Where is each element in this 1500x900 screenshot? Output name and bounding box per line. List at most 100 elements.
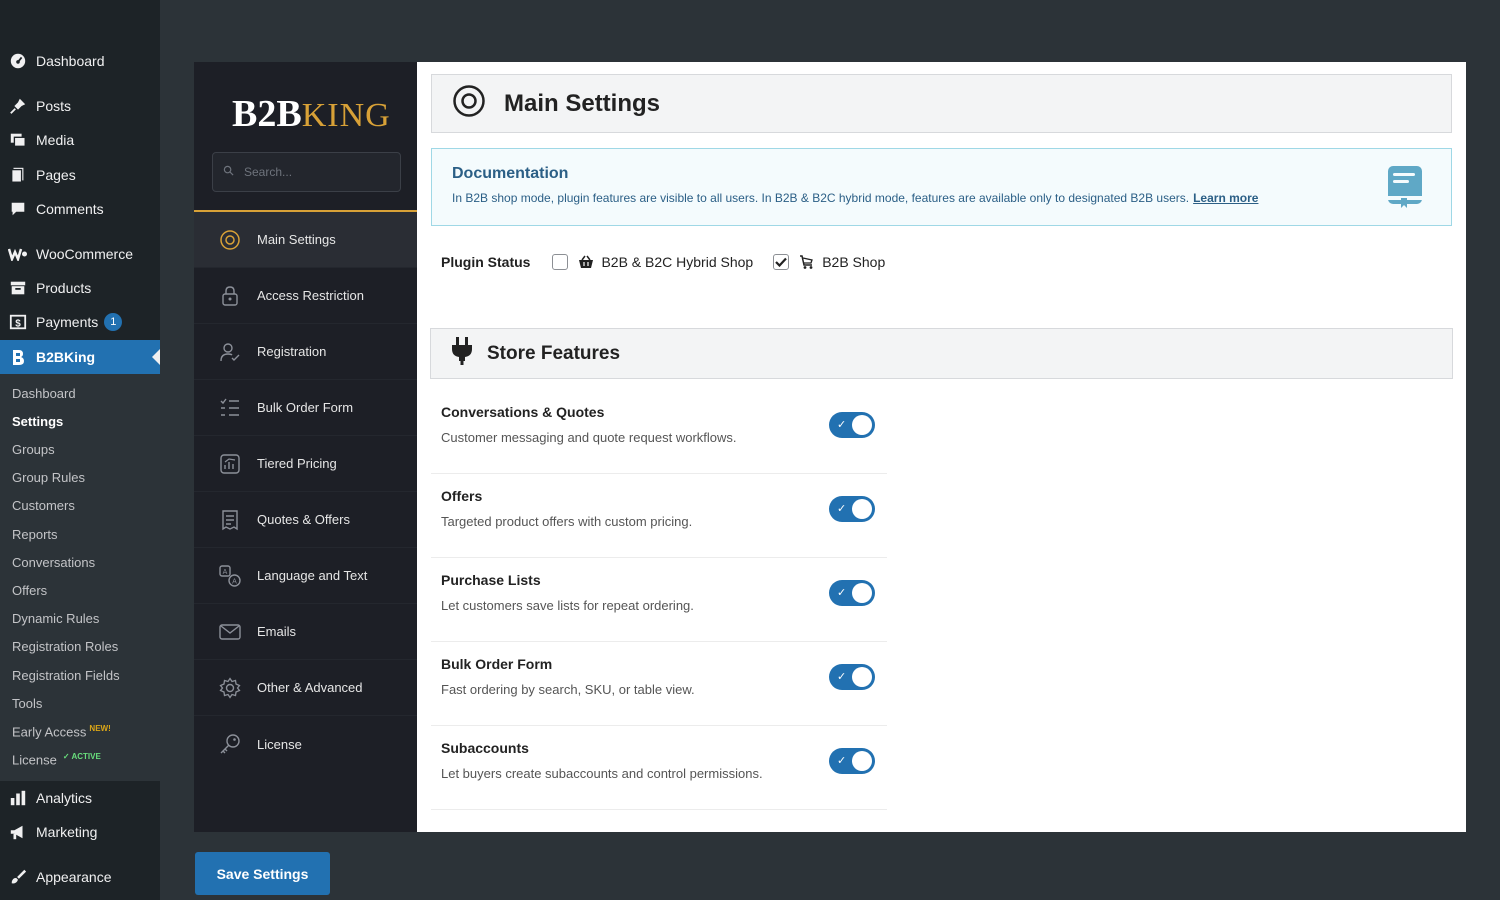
settings-search-box[interactable]: [212, 152, 401, 192]
wp-menu-woocommerce[interactable]: WooCommerce: [0, 237, 160, 271]
wp-menu-dashboard[interactable]: Dashboard: [0, 44, 160, 78]
nav-item-access-restriction[interactable]: Access Restriction: [194, 268, 417, 324]
archive-icon: [8, 278, 28, 298]
submenu-license-label: License: [12, 752, 57, 768]
hybrid-shop-checkbox[interactable]: [552, 254, 569, 270]
nav-item-registration-label: Registration: [257, 344, 327, 359]
submenu-group-rules[interactable]: Group Rules: [12, 470, 85, 485]
wp-menu-marketing[interactable]: Marketing: [0, 815, 160, 849]
media-icon: [8, 130, 28, 150]
nav-item-main-settings[interactable]: Main Settings: [194, 212, 417, 268]
feature-purchase-lists: Purchase Lists Let customers save lists …: [431, 558, 887, 642]
b2bking-submenu: Dashboard Settings Groups Group Rules Cu…: [0, 374, 160, 781]
user-check-icon: [218, 340, 242, 364]
nav-item-license[interactable]: License: [194, 716, 417, 772]
purchase-lists-toggle[interactable]: ✓: [829, 580, 875, 606]
feature-subaccounts: Subaccounts Let buyers create subaccount…: [431, 726, 887, 810]
checklist-icon: [218, 396, 242, 420]
wp-menu-payments-label: Payments: [36, 314, 99, 330]
wp-menu-payments[interactable]: $ Payments 1: [0, 305, 160, 339]
wp-menu-pages[interactable]: Pages: [0, 158, 160, 192]
wp-menu-posts[interactable]: Posts: [0, 89, 160, 123]
nav-item-bulk-order-form[interactable]: Bulk Order Form: [194, 380, 417, 436]
submenu-license[interactable]: License ✓ ACTIVE: [12, 752, 101, 767]
save-settings-button[interactable]: Save Settings: [195, 852, 330, 895]
wp-menu-dashboard-label: Dashboard: [36, 53, 105, 69]
toggle-knob: [852, 667, 872, 687]
nav-item-bulk-order-form-label: Bulk Order Form: [257, 400, 354, 415]
feature-title: Subaccounts: [441, 740, 529, 756]
wp-menu-comments[interactable]: Comments: [0, 192, 160, 226]
wp-menu-media-label: Media: [36, 132, 75, 148]
key-icon: [218, 732, 242, 756]
page-title: Main Settings: [504, 89, 661, 117]
nav-item-quotes-offers[interactable]: Quotes & Offers: [194, 492, 417, 548]
active-tag: ✓ ACTIVE: [62, 752, 101, 761]
submenu-reports[interactable]: Reports: [12, 527, 58, 542]
wp-menu-b2bking[interactable]: B2BKing: [0, 340, 160, 374]
wp-menu-appearance[interactable]: Appearance: [0, 860, 160, 894]
documentation-title: Documentation: [452, 165, 569, 182]
wp-menu-marketing-label: Marketing: [36, 824, 98, 840]
conversations-quotes-toggle[interactable]: ✓: [829, 412, 875, 438]
submenu-offers[interactable]: Offers: [12, 583, 47, 598]
settings-search-input[interactable]: [244, 165, 384, 179]
payments-count-badge: 1: [104, 313, 123, 331]
submenu-tools[interactable]: Tools: [12, 696, 42, 711]
nav-item-access-restriction-label: Access Restriction: [257, 288, 364, 303]
feature-title: Bulk Order Form: [441, 656, 553, 672]
submenu-dynamic-rules[interactable]: Dynamic Rules: [12, 611, 99, 626]
feature-offers: Offers Targeted product offers with cust…: [431, 474, 887, 558]
nav-item-license-label: License: [257, 736, 302, 752]
translate-icon: AA: [218, 564, 242, 588]
submenu-settings[interactable]: Settings: [12, 414, 63, 429]
checkmark-icon: [775, 257, 788, 267]
payments-icon: $: [8, 312, 28, 332]
svg-text:$: $: [15, 319, 21, 330]
b2b-shop-checkbox[interactable]: [773, 254, 790, 270]
toggle-knob: [852, 499, 872, 519]
receipt-icon: [218, 508, 242, 532]
wp-menu-products[interactable]: Products: [0, 271, 160, 305]
submenu-early-access[interactable]: Early Access NEW!: [12, 724, 111, 739]
page-header: Main Settings: [431, 74, 1452, 133]
offers-toggle[interactable]: ✓: [829, 496, 875, 522]
nav-item-tiered-pricing[interactable]: Tiered Pricing: [194, 436, 417, 492]
wp-menu-media[interactable]: Media: [0, 123, 160, 157]
bulk-order-form-toggle[interactable]: ✓: [829, 664, 875, 690]
gear-icon: [218, 676, 242, 700]
nav-item-emails-label: Emails: [257, 624, 297, 639]
lock-icon: [218, 284, 242, 308]
store-features-title: Store Features: [487, 342, 621, 364]
store-features-header: Store Features: [430, 328, 1453, 379]
submenu-dashboard[interactable]: Dashboard: [12, 386, 76, 401]
nav-item-other-advanced-label: Other & Advanced: [257, 680, 363, 695]
submenu-customers[interactable]: Customers: [12, 498, 75, 513]
nav-item-tiered-pricing-label: Tiered Pricing: [257, 456, 337, 471]
submenu-early-access-label: Early Access: [12, 724, 87, 740]
submenu-groups[interactable]: Groups: [12, 442, 55, 457]
svg-text:A: A: [223, 569, 228, 576]
paintbrush-icon: [8, 867, 28, 887]
submenu-registration-roles[interactable]: Registration Roles: [12, 639, 118, 654]
nav-item-other-advanced[interactable]: Other & Advanced: [194, 660, 417, 716]
nav-item-language-text[interactable]: AA Language and Text: [194, 548, 417, 604]
wp-menu-b2bking-label: B2BKing: [36, 349, 96, 365]
nav-item-emails[interactable]: Emails: [194, 604, 417, 660]
documentation-body: In B2B shop mode, plugin features are vi…: [452, 191, 1190, 205]
check-icon: ✓: [837, 419, 847, 431]
subaccounts-toggle[interactable]: ✓: [829, 748, 875, 774]
submenu-registration-fields[interactable]: Registration Fields: [12, 668, 120, 683]
learn-more-link[interactable]: Learn more: [1193, 191, 1258, 205]
toggle-knob: [852, 583, 872, 603]
b2bking-logo: B2BKING: [232, 93, 391, 135]
submenu-conversations[interactable]: Conversations: [12, 555, 95, 570]
main-settings-icon: [452, 84, 486, 123]
wp-menu-pages-label: Pages: [36, 167, 76, 183]
wp-menu-products-label: Products: [36, 280, 92, 296]
envelope-icon: [218, 620, 242, 644]
nav-item-registration[interactable]: Registration: [194, 324, 417, 380]
wp-menu-analytics[interactable]: Analytics: [0, 781, 160, 815]
woocommerce-icon: [8, 244, 28, 264]
analytics-icon: [8, 788, 28, 808]
